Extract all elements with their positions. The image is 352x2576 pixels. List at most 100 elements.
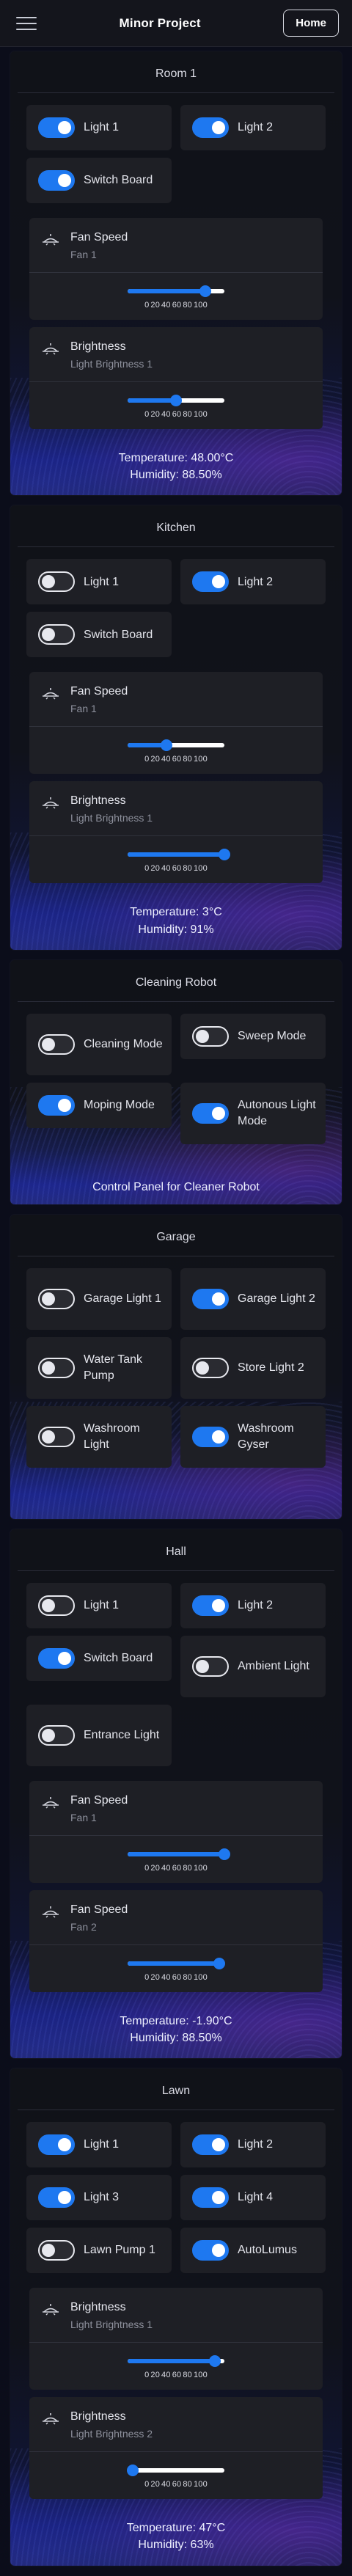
slider-thumb[interactable] xyxy=(170,395,182,406)
tick-label: 0 xyxy=(144,864,150,874)
tick-label: 60 xyxy=(172,755,182,764)
slider-tick-labels: 0 20 40 60 80 100 xyxy=(144,755,208,764)
range-slider[interactable] xyxy=(128,1957,226,1969)
toggle-switch[interactable] xyxy=(192,1357,229,1378)
switch-label: Autonous Light Mode xyxy=(238,1099,316,1127)
switch-tile-light-3[interactable]: Light 3 xyxy=(26,2175,172,2221)
switch-tile-cleaning-mode[interactable]: Cleaning Mode xyxy=(26,1013,172,1075)
switch-tile-ambient-light[interactable]: Ambient Light xyxy=(180,1635,326,1697)
control-title: Brightness xyxy=(70,340,126,353)
toggle-switch[interactable] xyxy=(38,2134,75,2156)
toggle-switch[interactable] xyxy=(192,571,229,593)
switch-tile-switch-board[interactable]: Switch Board xyxy=(26,1635,172,1681)
control-card-brightness: Brightness Light Brightness 2 0 20 40 60 80 100 xyxy=(29,2397,323,2500)
switch-tile-entrance-light[interactable]: Entrance Light xyxy=(26,1704,172,1766)
switch-label: Light 2 xyxy=(238,575,274,588)
toggle-switch[interactable] xyxy=(38,1288,75,1309)
switch-tile-light-1[interactable]: Light 1 xyxy=(26,105,172,150)
range-slider[interactable] xyxy=(126,2465,224,2477)
toggle-switch[interactable] xyxy=(38,1724,75,1746)
switch-tile-washroom-light[interactable]: Washroom Light xyxy=(26,1405,172,1468)
switch-label: Washroom Light xyxy=(84,1422,140,1451)
toggle-switch[interactable] xyxy=(38,1033,75,1055)
switch-tile-store-light-2[interactable]: Store Light 2 xyxy=(180,1336,326,1399)
switch-tile-switch-board[interactable]: Switch Board xyxy=(26,158,172,203)
switch-tile-autonous-light-mode[interactable]: Autonous Light Mode xyxy=(180,1082,326,1144)
toggle-switch[interactable] xyxy=(192,1595,229,1616)
toggle-switch[interactable] xyxy=(38,1357,75,1378)
slider-thumb[interactable] xyxy=(160,739,172,752)
hamburger-menu-icon[interactable] xyxy=(16,16,37,30)
toggle-switch[interactable] xyxy=(192,1288,229,1309)
toggle-switch[interactable] xyxy=(38,2187,75,2209)
switch-tile-garage-light-1[interactable]: Garage Light 1 xyxy=(26,1267,172,1330)
range-slider[interactable] xyxy=(128,849,230,861)
switch-label: Lawn Pump 1 xyxy=(84,2244,155,2257)
range-slider[interactable] xyxy=(128,285,224,297)
slider-thumb[interactable] xyxy=(219,849,230,861)
switch-tile-light-1[interactable]: Light 1 xyxy=(26,559,172,605)
switch-tile-light-4[interactable]: Light 4 xyxy=(180,2175,326,2221)
switch-tile-light-2[interactable]: Light 2 xyxy=(180,1582,326,1628)
switch-tile-light-1[interactable]: Light 1 xyxy=(26,2122,172,2168)
toggle-switch[interactable] xyxy=(38,1426,75,1447)
slider-thumb[interactable] xyxy=(199,285,211,297)
switch-label: Light 1 xyxy=(84,1598,120,1611)
toggle-switch[interactable] xyxy=(38,624,75,645)
toggle-switch[interactable] xyxy=(192,1102,229,1124)
control-title: Brightness xyxy=(70,2410,126,2423)
switch-label: Light 4 xyxy=(238,2191,274,2204)
switch-tile-light-2[interactable]: Light 2 xyxy=(180,2122,326,2168)
toggle-switch[interactable] xyxy=(192,117,229,138)
toggle-switch[interactable] xyxy=(38,1094,75,1116)
control-card-brightness: Brightness Light Brightness 1 0 20 40 60 80 100 xyxy=(29,781,323,884)
switch-tile-water-tank-pump[interactable]: Water Tank Pump xyxy=(26,1336,172,1399)
switch-tile-switch-board[interactable]: Switch Board xyxy=(26,612,172,658)
control-subtitle: Fan 1 xyxy=(70,249,97,260)
toggle-switch[interactable] xyxy=(192,1426,229,1447)
slider-thumb[interactable] xyxy=(208,2355,221,2368)
switch-label: Light 2 xyxy=(238,2138,274,2151)
toggle-switch[interactable] xyxy=(192,1025,229,1047)
range-slider[interactable] xyxy=(128,2355,224,2368)
fan-icon xyxy=(43,688,59,700)
tick-label: 40 xyxy=(161,1972,171,1982)
switch-tile-garage-light-2[interactable]: Garage Light 2 xyxy=(180,1267,326,1330)
switch-tile-light-2[interactable]: Light 2 xyxy=(180,559,326,605)
tick-label: 40 xyxy=(161,1863,171,1873)
switch-grid: Light 1 Light 2 Switch Board Ambient Light E… xyxy=(10,1571,342,1774)
toggle-switch[interactable] xyxy=(192,2240,229,2261)
switch-tile-sweep-mode[interactable]: Sweep Mode xyxy=(180,1013,326,1059)
toggle-switch[interactable] xyxy=(38,1647,75,1669)
toggle-switch[interactable] xyxy=(192,2134,229,2156)
humidity-readout: Humidity: 88.50% xyxy=(130,469,222,482)
switch-tile-light-2[interactable]: Light 2 xyxy=(180,105,326,150)
switch-tile-lawn-pump-1[interactable]: Lawn Pump 1 xyxy=(26,2228,172,2274)
switch-tile-autolumus[interactable]: AutoLumus xyxy=(180,2228,326,2274)
range-slider[interactable] xyxy=(128,1848,230,1860)
switch-tile-light-1[interactable]: Light 1 xyxy=(26,1582,172,1628)
control-header: Brightness Light Brightness 1 xyxy=(29,2288,323,2343)
slider-thumb[interactable] xyxy=(219,1848,230,1860)
range-slider[interactable] xyxy=(128,739,224,752)
control-header: Brightness Light Brightness 1 xyxy=(29,327,323,382)
range-slider[interactable] xyxy=(128,395,224,406)
tick-label: 60 xyxy=(172,2480,182,2489)
switch-tile-moping-mode[interactable]: Moping Mode xyxy=(26,1082,172,1128)
toggle-switch[interactable] xyxy=(38,117,75,138)
slider-thumb[interactable] xyxy=(213,1957,226,1969)
switch-label: Light 1 xyxy=(84,121,120,134)
switch-label: AutoLumus xyxy=(238,2244,297,2257)
toggle-switch[interactable] xyxy=(192,2187,229,2209)
toggle-switch[interactable] xyxy=(38,1595,75,1616)
humidity-readout: Humidity: 91% xyxy=(138,923,214,936)
toggle-switch[interactable] xyxy=(38,571,75,593)
toggle-switch[interactable] xyxy=(38,170,75,191)
toggle-switch[interactable] xyxy=(192,1655,229,1677)
tick-label: 80 xyxy=(183,1972,192,1982)
home-button[interactable]: Home xyxy=(283,10,339,37)
toggle-switch[interactable] xyxy=(38,2240,75,2261)
slider-tick-labels: 0 20 40 60 80 100 xyxy=(144,1864,208,1873)
switch-tile-washroom-gyser[interactable]: Washroom Gyser xyxy=(180,1405,326,1468)
slider-thumb[interactable] xyxy=(126,2465,139,2477)
